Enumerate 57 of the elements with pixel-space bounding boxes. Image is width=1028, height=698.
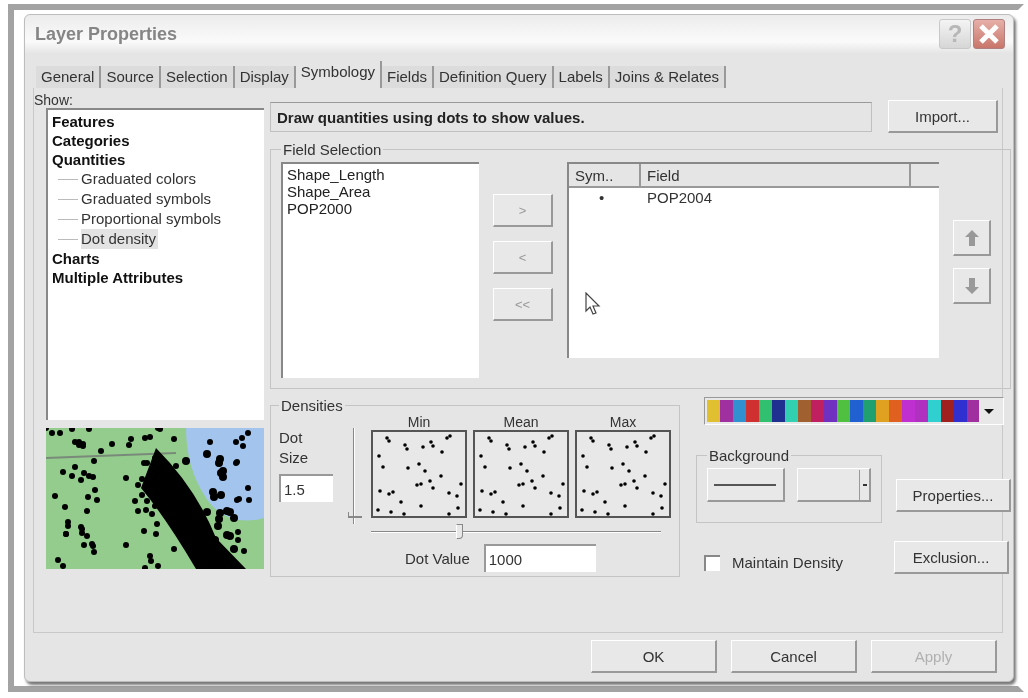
- dot-value-label: Dot Value: [405, 549, 470, 567]
- show-label: Show:: [34, 92, 74, 108]
- tree-item[interactable]: Graduated colors: [81, 169, 199, 189]
- tree-item[interactable]: Graduated symbols: [81, 189, 214, 209]
- group-title: Background: [708, 447, 791, 464]
- field-item[interactable]: Shape_Length: [287, 166, 475, 183]
- dot-value-field[interactable]: 1000: [483, 544, 596, 572]
- preview-label: Max: [609, 414, 637, 430]
- tab[interactable]: General: [36, 66, 102, 88]
- tab[interactable]: Source: [101, 66, 161, 88]
- tab[interactable]: Definition Query: [434, 66, 554, 88]
- dot-size-field[interactable]: 1.5: [279, 474, 333, 502]
- maintain-density-checkbox[interactable]: [704, 554, 720, 571]
- tab[interactable]: Fields: [382, 66, 435, 88]
- slider-thumb[interactable]: [348, 511, 362, 518]
- symbol-cell-text: •: [598, 188, 606, 208]
- description-text: Draw quantities using dots to show values.: [270, 101, 872, 132]
- field-item[interactable]: Shape_Area: [287, 183, 475, 200]
- dialog-button[interactable]: Cancel: [731, 640, 857, 673]
- up-arrow-icon: [964, 229, 979, 246]
- caret-icon: [984, 408, 994, 414]
- properties-button[interactable]: Properties...: [896, 479, 1011, 512]
- group-title: Densities: [280, 397, 344, 414]
- move-down-button[interactable]: [953, 268, 991, 304]
- dialog-button[interactable]: OK: [591, 640, 717, 673]
- cursor-icon: [585, 292, 601, 316]
- down-arrow-icon: [964, 277, 979, 294]
- import-button[interactable]: Import...: [888, 100, 998, 133]
- tree-item[interactable]: Charts: [52, 249, 264, 268]
- move-up-button[interactable]: [953, 220, 991, 256]
- column-header[interactable]: Sym..: [569, 164, 641, 186]
- tree-item[interactable]: Dot density: [81, 229, 159, 249]
- color-ramp-dropdown[interactable]: [704, 397, 1004, 425]
- column-header[interactable]: Field: [641, 164, 911, 186]
- group-title: Field Selection: [282, 141, 383, 158]
- outline-swatch-button[interactable]: [707, 468, 785, 502]
- checkbox-label: Maintain Density: [732, 554, 843, 571]
- tab[interactable]: Display: [234, 66, 296, 88]
- tree-item[interactable]: Quantities: [52, 150, 264, 169]
- close-button[interactable]: [973, 19, 1005, 49]
- tree-item[interactable]: Categories: [52, 131, 264, 150]
- preview-label: Mean: [503, 414, 539, 430]
- exclusion-button[interactable]: Exclusion...: [894, 541, 1009, 574]
- window-title: Layer Properties: [35, 23, 178, 45]
- dot-size-label: Dot Size: [279, 428, 310, 468]
- tree-item[interactable]: Features: [52, 112, 264, 131]
- caret-icon: [859, 469, 869, 500]
- field-item[interactable]: POP2000: [287, 200, 475, 217]
- tab[interactable]: Joins & Relates: [609, 66, 726, 88]
- fill-swatch-button[interactable]: [797, 468, 871, 502]
- tab[interactable]: Selection: [160, 66, 235, 88]
- tab[interactable]: Labels: [553, 66, 610, 88]
- tree-item[interactable]: Multiple Attributes: [52, 268, 264, 287]
- slider-thumb[interactable]: [455, 524, 463, 539]
- tree-item[interactable]: Proportional symbols: [81, 209, 224, 229]
- field-cell-text: POP2004: [646, 188, 714, 208]
- preview-label: Min: [407, 414, 431, 430]
